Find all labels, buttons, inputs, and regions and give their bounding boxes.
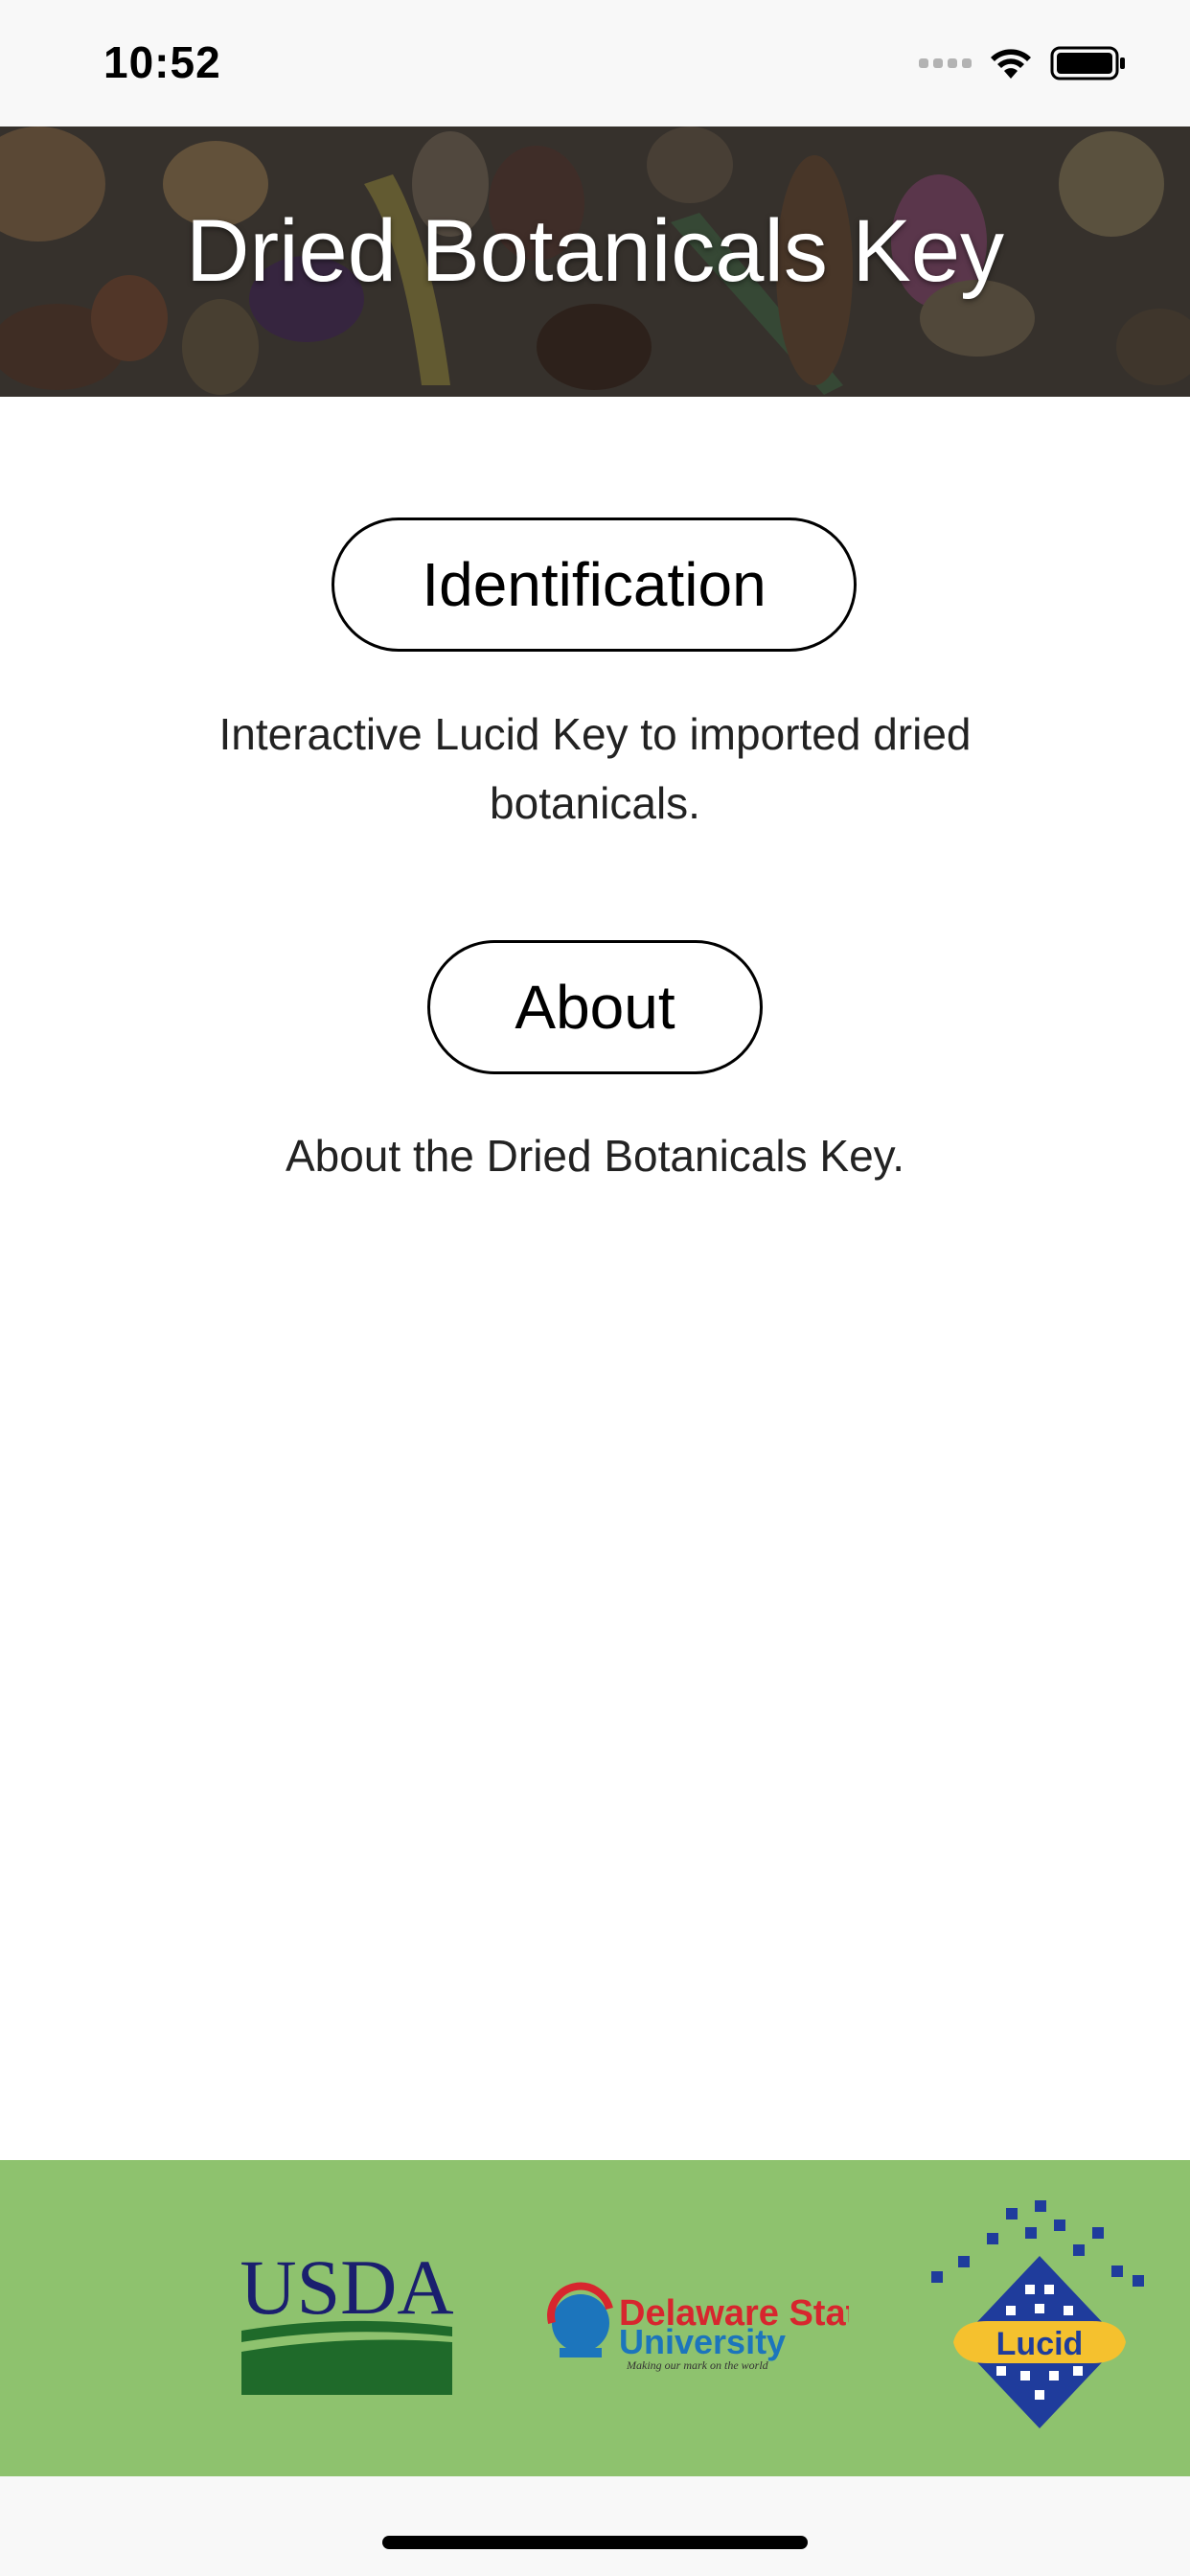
status-icons (919, 44, 1127, 82)
header-banner: Dried Botanicals Key (0, 126, 1190, 397)
signal-dots-icon (919, 58, 972, 68)
home-indicator[interactable] (382, 2536, 808, 2549)
svg-text:Making our mark on the world: Making our mark on the world (626, 2358, 769, 2372)
lucid-logo: Lucid (931, 2200, 1144, 2428)
wifi-icon (991, 49, 1031, 79)
identification-button[interactable]: Identification (332, 518, 857, 652)
identification-description: Interactive Lucid Key to imported dried … (218, 709, 972, 828)
about-description: About the Dried Botanicals Key. (285, 1131, 905, 1181)
sponsor-footer: USDA Delaware State University Making ou… (0, 2160, 1190, 2476)
battery-icon (1050, 46, 1125, 80)
usda-logo: USDA (240, 2246, 454, 2395)
svg-text:Lucid: Lucid (996, 2326, 1084, 2362)
status-time: 10:52 (103, 37, 221, 87)
delaware-state-university-logo: Delaware State University Making our mar… (547, 2282, 849, 2372)
status-bar: 10:52 (0, 0, 1190, 126)
about-button[interactable]: About (427, 940, 763, 1074)
app-title: Dried Botanicals Key (186, 202, 1004, 300)
home-indicator-area (0, 2476, 1190, 2576)
svg-text:USDA: USDA (240, 2246, 453, 2331)
svg-text:University: University (619, 2322, 786, 2361)
